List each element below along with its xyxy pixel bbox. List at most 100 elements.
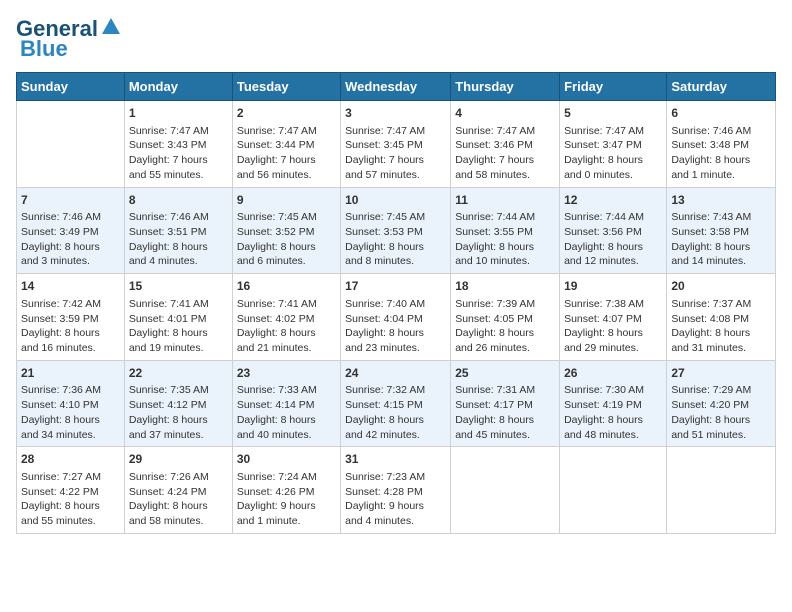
day-info: Sunrise: 7:47 AM Sunset: 3:45 PM Dayligh… — [345, 124, 446, 183]
calendar-cell — [560, 447, 667, 534]
day-info: Sunrise: 7:43 AM Sunset: 3:58 PM Dayligh… — [671, 210, 771, 269]
day-number: 15 — [129, 278, 228, 295]
weekday-header: Thursday — [451, 73, 560, 101]
day-info: Sunrise: 7:45 AM Sunset: 3:53 PM Dayligh… — [345, 210, 446, 269]
day-number: 12 — [564, 192, 662, 209]
weekday-header: Friday — [560, 73, 667, 101]
day-info: Sunrise: 7:47 AM Sunset: 3:47 PM Dayligh… — [564, 124, 662, 183]
calendar-cell: 30 Sunrise: 7:24 AM Sunset: 4:26 PM Dayli… — [232, 447, 340, 534]
weekday-header: Monday — [124, 73, 232, 101]
calendar-cell — [17, 101, 125, 188]
calendar-cell: 23Sunrise: 7:33 AM Sunset: 4:14 PM Dayli… — [232, 360, 340, 447]
day-info: Sunrise: 7:44 AM Sunset: 3:56 PM Dayligh… — [564, 210, 662, 269]
calendar-cell: 19 Sunrise: 7:38 AM Sunset: 4:07 PM Dayli… — [560, 274, 667, 361]
calendar-cell: 3 Sunrise: 7:47 AM Sunset: 3:45 PM Daylig… — [341, 101, 451, 188]
calendar-cell: 14 Sunrise: 7:42 AM Sunset: 3:59 PM Dayli… — [17, 274, 125, 361]
day-number: 4 — [455, 105, 555, 122]
day-info: Sunrise: 7:32 AM Sunset: 4:15 PM Dayligh… — [345, 383, 446, 442]
day-info: Sunrise: 7:31 AM Sunset: 4:17 PM Dayligh… — [455, 383, 555, 442]
calendar-cell: 1Sunrise: 7:47 AM Sunset: 3:43 PM Daylig… — [124, 101, 232, 188]
calendar-cell: 21Sunrise: 7:36 AM Sunset: 4:10 PM Dayli… — [17, 360, 125, 447]
day-info: Sunrise: 7:46 AM Sunset: 3:48 PM Dayligh… — [671, 124, 771, 183]
weekday-header: Tuesday — [232, 73, 340, 101]
day-number: 2 — [237, 105, 336, 122]
day-number: 28 — [21, 451, 120, 468]
weekday-header: Saturday — [667, 73, 776, 101]
calendar-cell: 4 Sunrise: 7:47 AM Sunset: 3:46 PM Daylig… — [451, 101, 560, 188]
calendar-cell: 24Sunrise: 7:32 AM Sunset: 4:15 PM Dayli… — [341, 360, 451, 447]
calendar-cell: 25Sunrise: 7:31 AM Sunset: 4:17 PM Dayli… — [451, 360, 560, 447]
logo: General Blue — [16, 16, 122, 62]
calendar-cell: 27Sunrise: 7:29 AM Sunset: 4:20 PM Dayli… — [667, 360, 776, 447]
calendar-cell: 8Sunrise: 7:46 AM Sunset: 3:51 PM Daylig… — [124, 187, 232, 274]
day-number: 22 — [129, 365, 228, 382]
calendar-cell — [451, 447, 560, 534]
day-number: 29 — [129, 451, 228, 468]
day-number: 20 — [671, 278, 771, 295]
calendar-cell: 31Sunrise: 7:23 AM Sunset: 4:28 PM Dayli… — [341, 447, 451, 534]
calendar-cell: 17 Sunrise: 7:40 AM Sunset: 4:04 PM Dayli… — [341, 274, 451, 361]
day-number: 17 — [345, 278, 446, 295]
calendar-cell: 16 Sunrise: 7:41 AM Sunset: 4:02 PM Dayli… — [232, 274, 340, 361]
day-info: Sunrise: 7:40 AM Sunset: 4:04 PM Dayligh… — [345, 297, 446, 356]
calendar-cell: 18 Sunrise: 7:39 AM Sunset: 4:05 PM Dayli… — [451, 274, 560, 361]
day-info: Sunrise: 7:27 AM Sunset: 4:22 PM Dayligh… — [21, 470, 120, 529]
day-number: 11 — [455, 192, 555, 209]
day-info: Sunrise: 7:46 AM Sunset: 3:51 PM Dayligh… — [129, 210, 228, 269]
day-number: 13 — [671, 192, 771, 209]
weekday-header: Sunday — [17, 73, 125, 101]
day-number: 8 — [129, 192, 228, 209]
day-info: Sunrise: 7:30 AM Sunset: 4:19 PM Dayligh… — [564, 383, 662, 442]
weekday-header-row: SundayMondayTuesdayWednesdayThursdayFrid… — [17, 73, 776, 101]
day-number: 6 — [671, 105, 771, 122]
day-number: 27 — [671, 365, 771, 382]
day-info: Sunrise: 7:41 AM Sunset: 4:01 PM Dayligh… — [129, 297, 228, 356]
calendar-cell: 9Sunrise: 7:45 AM Sunset: 3:52 PM Daylig… — [232, 187, 340, 274]
day-info: Sunrise: 7:37 AM Sunset: 4:08 PM Dayligh… — [671, 297, 771, 356]
calendar-cell: 6 Sunrise: 7:46 AM Sunset: 3:48 PM Daylig… — [667, 101, 776, 188]
day-number: 30 — [237, 451, 336, 468]
logo-icon — [100, 16, 122, 38]
day-number: 25 — [455, 365, 555, 382]
day-info: Sunrise: 7:24 AM Sunset: 4:26 PM Dayligh… — [237, 470, 336, 529]
day-info: Sunrise: 7:35 AM Sunset: 4:12 PM Dayligh… — [129, 383, 228, 442]
day-info: Sunrise: 7:47 AM Sunset: 3:43 PM Dayligh… — [129, 124, 228, 183]
day-info: Sunrise: 7:33 AM Sunset: 4:14 PM Dayligh… — [237, 383, 336, 442]
calendar-week-row: 1Sunrise: 7:47 AM Sunset: 3:43 PM Daylig… — [17, 101, 776, 188]
calendar-week-row: 14 Sunrise: 7:42 AM Sunset: 3:59 PM Dayli… — [17, 274, 776, 361]
day-info: Sunrise: 7:41 AM Sunset: 4:02 PM Dayligh… — [237, 297, 336, 356]
day-number: 19 — [564, 278, 662, 295]
day-number: 9 — [237, 192, 336, 209]
day-info: Sunrise: 7:39 AM Sunset: 4:05 PM Dayligh… — [455, 297, 555, 356]
day-number: 10 — [345, 192, 446, 209]
day-number: 16 — [237, 278, 336, 295]
weekday-header: Wednesday — [341, 73, 451, 101]
day-number: 23 — [237, 365, 336, 382]
calendar-cell: 12Sunrise: 7:44 AM Sunset: 3:56 PM Dayli… — [560, 187, 667, 274]
day-number: 26 — [564, 365, 662, 382]
calendar-week-row: 21Sunrise: 7:36 AM Sunset: 4:10 PM Dayli… — [17, 360, 776, 447]
day-number: 5 — [564, 105, 662, 122]
calendar-cell: 7Sunrise: 7:46 AM Sunset: 3:49 PM Daylig… — [17, 187, 125, 274]
calendar-cell: 28 Sunrise: 7:27 AM Sunset: 4:22 PM Dayli… — [17, 447, 125, 534]
day-info: Sunrise: 7:45 AM Sunset: 3:52 PM Dayligh… — [237, 210, 336, 269]
day-number: 7 — [21, 192, 120, 209]
calendar-cell: 29 Sunrise: 7:26 AM Sunset: 4:24 PM Dayli… — [124, 447, 232, 534]
calendar-cell: 22Sunrise: 7:35 AM Sunset: 4:12 PM Dayli… — [124, 360, 232, 447]
day-number: 24 — [345, 365, 446, 382]
day-number: 31 — [345, 451, 446, 468]
day-number: 3 — [345, 105, 446, 122]
day-info: Sunrise: 7:47 AM Sunset: 3:46 PM Dayligh… — [455, 124, 555, 183]
day-info: Sunrise: 7:26 AM Sunset: 4:24 PM Dayligh… — [129, 470, 228, 529]
calendar-cell: 11Sunrise: 7:44 AM Sunset: 3:55 PM Dayli… — [451, 187, 560, 274]
day-info: Sunrise: 7:36 AM Sunset: 4:10 PM Dayligh… — [21, 383, 120, 442]
day-number: 18 — [455, 278, 555, 295]
calendar-cell: 13Sunrise: 7:43 AM Sunset: 3:58 PM Dayli… — [667, 187, 776, 274]
calendar-cell: 2 Sunrise: 7:47 AM Sunset: 3:44 PM Daylig… — [232, 101, 340, 188]
calendar-cell: 15 Sunrise: 7:41 AM Sunset: 4:01 PM Dayli… — [124, 274, 232, 361]
day-info: Sunrise: 7:42 AM Sunset: 3:59 PM Dayligh… — [21, 297, 120, 356]
day-info: Sunrise: 7:38 AM Sunset: 4:07 PM Dayligh… — [564, 297, 662, 356]
day-number: 14 — [21, 278, 120, 295]
calendar-week-row: 28 Sunrise: 7:27 AM Sunset: 4:22 PM Dayli… — [17, 447, 776, 534]
day-info: Sunrise: 7:47 AM Sunset: 3:44 PM Dayligh… — [237, 124, 336, 183]
